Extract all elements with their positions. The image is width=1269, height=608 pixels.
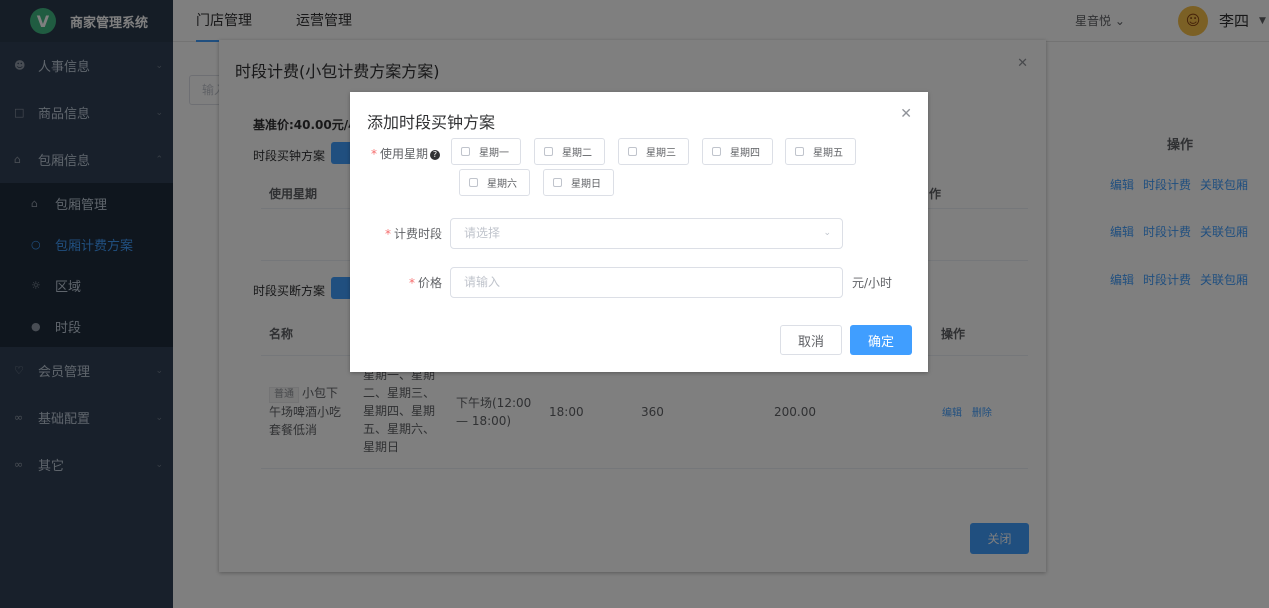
checkbox-label: 星期日 [571,179,601,190]
required-mark: * [370,147,377,161]
checkbox-label: 星期四 [730,148,760,159]
checkbox-box [544,147,553,156]
weekday-checkbox-thu[interactable]: 星期四 [702,138,773,165]
confirm-button[interactable]: 确定 [850,325,912,355]
weekday-label-text: 使用星期 [379,147,428,161]
checkbox-label: 星期五 [813,148,843,159]
checkbox-label: 星期三 [646,148,676,159]
checkbox-box [553,178,562,187]
period-select[interactable]: 请选择 ⌄ [450,218,843,249]
input-placeholder: 请输入 [464,275,501,289]
chevron-down-icon: ⌄ [823,228,831,238]
checkbox-box [628,147,637,156]
cancel-button[interactable]: 取消 [780,325,842,355]
weekday-checkbox-wed[interactable]: 星期三 [618,138,689,165]
weekday-checkbox-tue[interactable]: 星期二 [534,138,605,165]
period-label-text: 计费时段 [393,227,442,241]
dialog-title: 添加时段买钟方案 [367,113,496,132]
weekday-checkbox-fri[interactable]: 星期五 [785,138,856,165]
checkbox-box [712,147,721,156]
required-mark: * [408,276,415,290]
close-icon[interactable]: ✕ [900,106,912,122]
help-icon[interactable]: ? [430,150,440,160]
price-unit: 元/小时 [852,276,893,290]
checkbox-box [461,147,470,156]
select-placeholder: 请选择 [464,226,501,240]
checkbox-box [795,147,804,156]
checkbox-label: 星期六 [487,179,517,190]
weekday-checkbox-sun[interactable]: 星期日 [543,169,614,196]
checkbox-box [469,178,478,187]
price-label: * 价格 [370,274,442,291]
required-mark: * [384,227,391,241]
weekday-checkbox-sat[interactable]: 星期六 [459,169,530,196]
checkbox-label: 星期一 [479,148,509,159]
weekday-checkbox-mon[interactable]: 星期一 [451,138,521,165]
period-label: * 计费时段 [370,225,442,242]
price-label-text: 价格 [417,276,442,290]
checkbox-label: 星期二 [562,148,592,159]
weekday-label: * 使用星期? [370,145,440,162]
add-plan-dialog: 添加时段买钟方案 ✕ * 使用星期? 星期一 星期二 星期三 星期四 星期五 星期… [350,92,928,372]
price-input[interactable]: 请输入 [450,267,843,298]
